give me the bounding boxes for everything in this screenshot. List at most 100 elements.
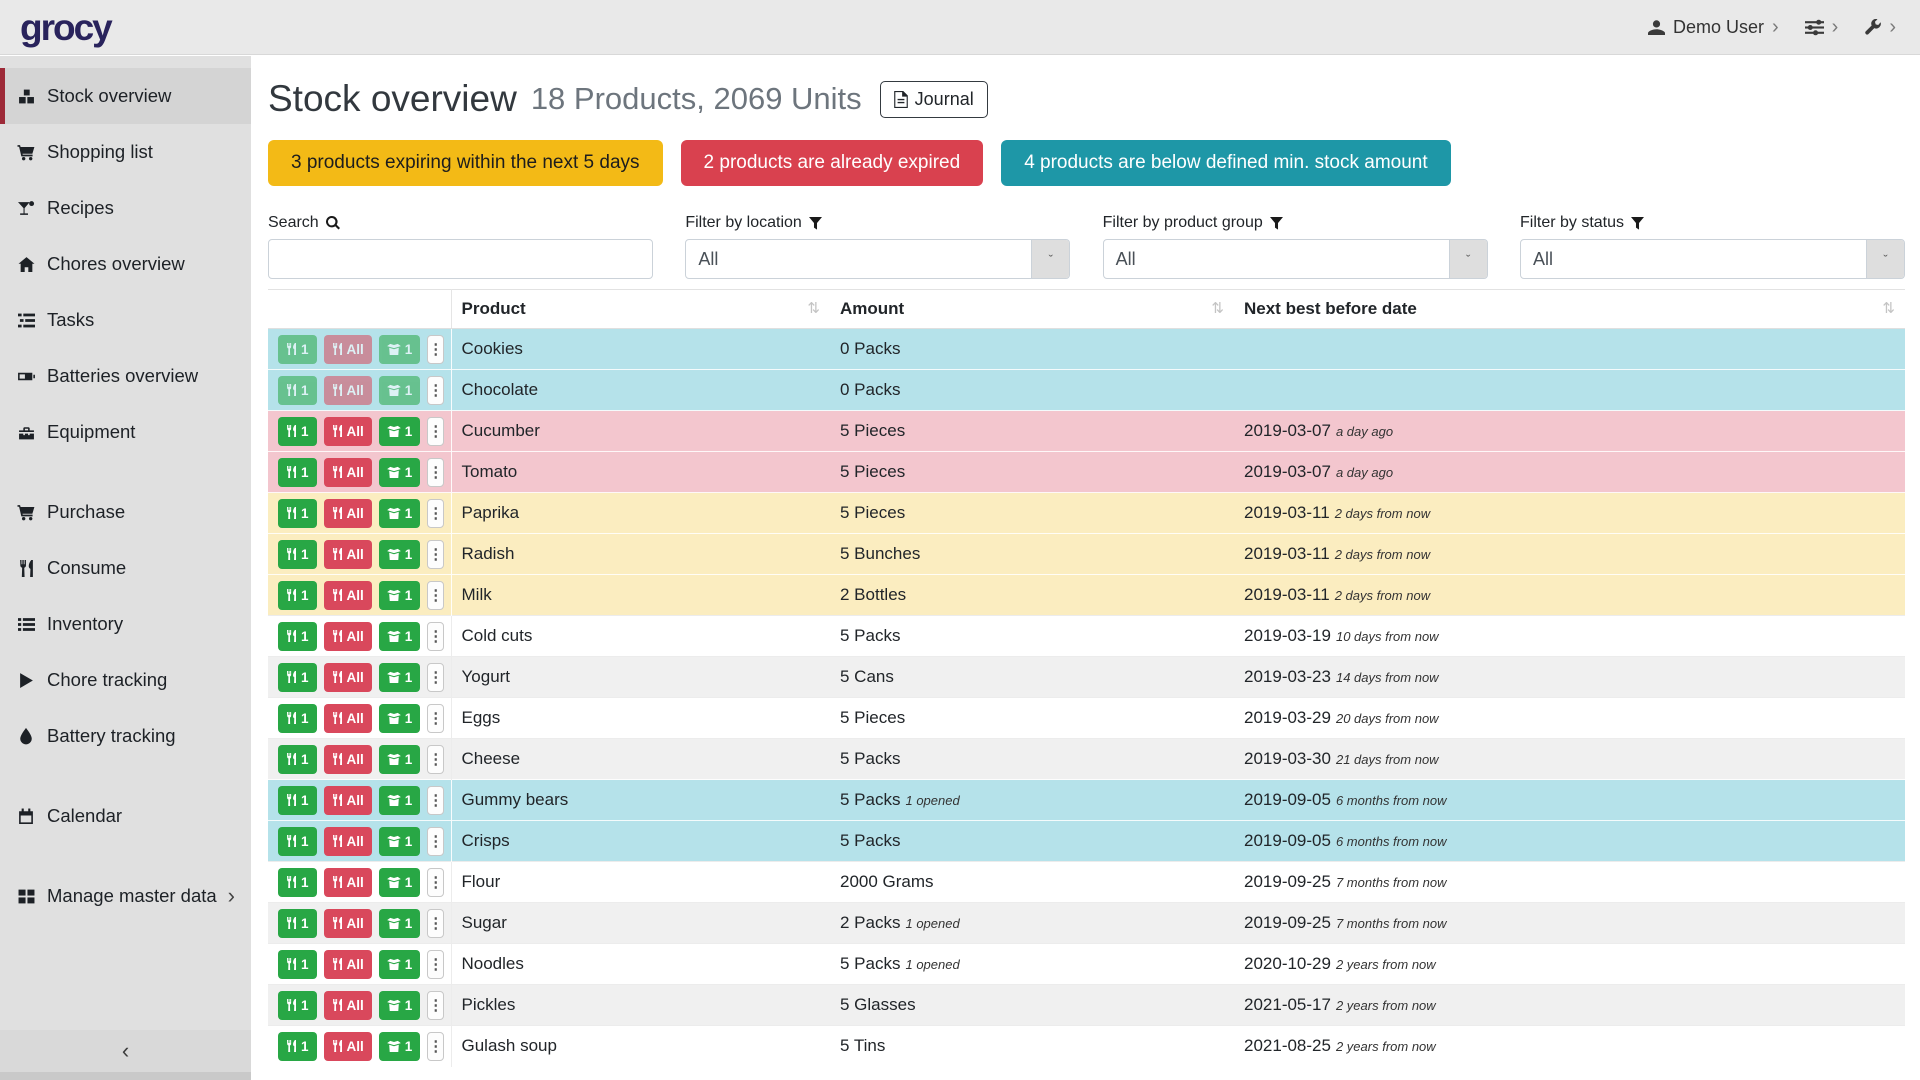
open-one-button[interactable]: 1 [379, 991, 421, 1020]
consume-all-button[interactable]: All [324, 827, 372, 856]
consume-all-button[interactable]: All [324, 417, 372, 446]
admin-menu[interactable]: › [1864, 17, 1896, 37]
consume-all-button[interactable]: All [324, 786, 372, 815]
consume-one-button[interactable]: 1 [278, 622, 317, 651]
open-one-button[interactable]: 1 [379, 704, 421, 733]
consume-all-button[interactable]: All [324, 499, 372, 528]
open-one-button[interactable]: 1 [379, 417, 421, 446]
row-more-menu-button[interactable]: ⋮ [427, 745, 444, 774]
settings-menu[interactable]: › [1805, 17, 1839, 37]
open-one-button[interactable]: 1 [379, 868, 421, 897]
consume-one-button[interactable]: 1 [278, 1032, 317, 1061]
consume-all-button[interactable]: All [324, 581, 372, 610]
consume-one-button[interactable]: 1 [278, 540, 317, 569]
open-one-button[interactable]: 1 [379, 540, 421, 569]
row-more-menu-button[interactable]: ⋮ [427, 663, 444, 692]
consume-one-button[interactable]: 1 [278, 458, 317, 487]
sidebar-item-calendar[interactable]: Calendar [0, 788, 251, 844]
row-more-menu-button[interactable]: ⋮ [427, 417, 444, 446]
consume-one-button[interactable]: 1 [278, 499, 317, 528]
consume-one-button[interactable]: 1 [278, 745, 317, 774]
open-one-button[interactable]: 1 [379, 827, 421, 856]
sidebar-item-purchase[interactable]: Purchase [0, 484, 251, 540]
consume-all-button[interactable]: All [324, 540, 372, 569]
amount-column-header[interactable]: Amount ⇅ [830, 290, 1234, 329]
open-one-button[interactable]: 1 [379, 458, 421, 487]
best-before-column-header[interactable]: Next best before date ⇅ [1234, 290, 1905, 329]
open-one-button[interactable]: 1 [379, 909, 421, 938]
row-more-menu-button[interactable]: ⋮ [427, 827, 444, 856]
consume-all-button[interactable]: All [324, 950, 372, 979]
row-more-menu-button[interactable]: ⋮ [427, 622, 444, 651]
row-more-menu-button[interactable]: ⋮ [427, 581, 444, 610]
consume-one-button[interactable]: 1 [278, 376, 317, 405]
sidebar-collapse-button[interactable]: ‹ [0, 1030, 251, 1072]
product-column-header[interactable]: Product ⇅ [451, 290, 830, 329]
sidebar-item-manage-master-data[interactable]: Manage master data › [0, 868, 251, 924]
sidebar-item-chores-overview[interactable]: Chores overview [0, 236, 251, 292]
location-filter-select[interactable]: All ˇ [685, 239, 1070, 279]
row-more-menu-button[interactable]: ⋮ [427, 991, 444, 1020]
consume-all-button[interactable]: All [324, 458, 372, 487]
user-menu[interactable]: Demo User › [1648, 17, 1779, 38]
sidebar-item-consume[interactable]: Consume [0, 540, 251, 596]
consume-one-button[interactable]: 1 [278, 909, 317, 938]
sidebar-item-equipment[interactable]: Equipment [0, 404, 251, 460]
consume-all-button[interactable]: All [324, 704, 372, 733]
sidebar-item-inventory[interactable]: Inventory [0, 596, 251, 652]
open-one-button[interactable]: 1 [379, 335, 421, 364]
consume-all-button[interactable]: All [324, 376, 372, 405]
consume-one-button[interactable]: 1 [278, 950, 317, 979]
open-one-button[interactable]: 1 [379, 786, 421, 815]
consume-one-button[interactable]: 1 [278, 335, 317, 364]
row-more-menu-button[interactable]: ⋮ [427, 1032, 444, 1061]
consume-all-button[interactable]: All [324, 745, 372, 774]
sidebar-item-stock-overview[interactable]: Stock overview [0, 68, 251, 124]
consume-one-button[interactable]: 1 [278, 704, 317, 733]
product-group-filter-select[interactable]: All ˇ [1103, 239, 1488, 279]
expiring-alert[interactable]: 3 products expiring within the next 5 da… [268, 140, 663, 186]
row-more-menu-button[interactable]: ⋮ [427, 950, 444, 979]
row-more-menu-button[interactable]: ⋮ [427, 786, 444, 815]
open-one-button[interactable]: 1 [379, 1032, 421, 1061]
consume-all-button[interactable]: All [324, 991, 372, 1020]
sidebar-item-tasks[interactable]: Tasks [0, 292, 251, 348]
open-one-button[interactable]: 1 [379, 499, 421, 528]
open-one-button[interactable]: 1 [379, 950, 421, 979]
row-more-menu-button[interactable]: ⋮ [427, 458, 444, 487]
consume-one-button[interactable]: 1 [278, 786, 317, 815]
open-one-button[interactable]: 1 [379, 745, 421, 774]
open-one-button[interactable]: 1 [379, 581, 421, 610]
consume-all-button[interactable]: All [324, 622, 372, 651]
consume-all-button[interactable]: All [324, 1032, 372, 1061]
row-more-menu-button[interactable]: ⋮ [427, 704, 444, 733]
row-more-menu-button[interactable]: ⋮ [427, 335, 444, 364]
search-input[interactable] [268, 239, 653, 279]
journal-button[interactable]: Journal [880, 81, 988, 118]
row-more-menu-button[interactable]: ⋮ [427, 499, 444, 528]
status-filter-select[interactable]: All ˇ [1520, 239, 1905, 279]
sidebar-item-recipes[interactable]: Recipes [0, 180, 251, 236]
row-more-menu-button[interactable]: ⋮ [427, 909, 444, 938]
sidebar-item-chore-tracking[interactable]: Chore tracking [0, 652, 251, 708]
sidebar-item-batteries-overview[interactable]: Batteries overview [0, 348, 251, 404]
row-more-menu-button[interactable]: ⋮ [427, 540, 444, 569]
open-one-button[interactable]: 1 [379, 622, 421, 651]
row-more-menu-button[interactable]: ⋮ [427, 376, 444, 405]
consume-all-button[interactable]: All [324, 663, 372, 692]
grocy-logo[interactable]: grocy [20, 9, 111, 46]
consume-one-button[interactable]: 1 [278, 417, 317, 446]
consume-one-button[interactable]: 1 [278, 827, 317, 856]
sidebar-item-battery-tracking[interactable]: Battery tracking [0, 708, 251, 764]
consume-one-button[interactable]: 1 [278, 868, 317, 897]
below-min-stock-alert[interactable]: 4 products are below defined min. stock … [1001, 140, 1450, 186]
sidebar-item-shopping-list[interactable]: Shopping list [0, 124, 251, 180]
consume-one-button[interactable]: 1 [278, 663, 317, 692]
row-more-menu-button[interactable]: ⋮ [427, 868, 444, 897]
consume-one-button[interactable]: 1 [278, 991, 317, 1020]
consume-one-button[interactable]: 1 [278, 581, 317, 610]
open-one-button[interactable]: 1 [379, 663, 421, 692]
consume-all-button[interactable]: All [324, 335, 372, 364]
expired-alert[interactable]: 2 products are already expired [681, 140, 984, 186]
consume-all-button[interactable]: All [324, 909, 372, 938]
